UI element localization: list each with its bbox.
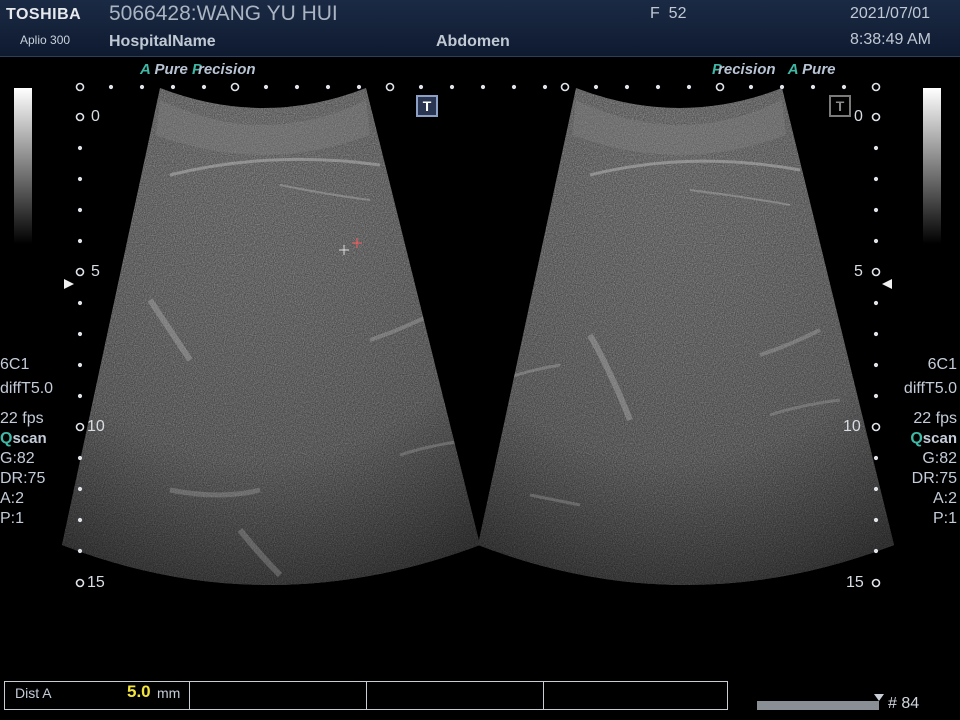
depth-label-right-15: 15	[846, 574, 864, 591]
depth-label-right-0: 0	[854, 108, 863, 125]
mode-pure: Pure	[802, 61, 836, 78]
measurement-table: Dist A 5.0 mm	[4, 681, 728, 710]
measurement-cell-dist-a[interactable]: Dist A 5.0 mm	[5, 682, 190, 709]
image-mode-label-left: A Pure Precision	[140, 61, 256, 78]
mode-recision: recision	[718, 61, 776, 78]
left-sector-image	[62, 88, 480, 585]
dynamic-range: DR:75	[911, 470, 957, 487]
measurement-label: Dist A	[15, 685, 52, 701]
probe-name: 6C1	[927, 356, 957, 373]
grayscale-bar-left	[14, 88, 32, 244]
gain-value: G:82	[0, 450, 35, 467]
persistence: P:1	[0, 510, 25, 527]
top-scale	[75, 82, 881, 92]
focus-marker-left[interactable]	[64, 279, 74, 289]
qscan-q: Q	[910, 430, 923, 447]
cine-progress-bar[interactable]	[757, 701, 879, 710]
imaging-params-left: 6C1 diffT5.0 22 fps Qscan G:82 DR:75 A:2…	[0, 355, 53, 529]
qscan-label: Qscan	[0, 429, 53, 449]
frame-rate: 22 fps	[913, 410, 957, 427]
qscan-rest: scan	[922, 430, 957, 447]
measurement-value: 5.0	[127, 682, 151, 701]
image-mode-label-right: Precision A Pure	[712, 61, 836, 78]
imaging-params-right: 6C1 diffT5.0 22 fps Qscan G:82 DR:75 A:2…	[904, 355, 957, 529]
frame-rate: 22 fps	[0, 410, 44, 427]
focus-marker-right[interactable]	[882, 279, 892, 289]
qscan-label: Qscan	[904, 429, 957, 449]
mode-recision: recision	[198, 61, 256, 78]
persistence: P:1	[932, 510, 957, 527]
depth-label-right-5: 5	[854, 263, 863, 280]
filter-setting: diffT5.0	[903, 380, 957, 397]
cine-position-icon[interactable]	[874, 694, 884, 701]
active-image-marker-icon[interactable]: T	[416, 95, 438, 117]
measurement-cell-empty-3[interactable]	[544, 682, 727, 709]
depth-label-right-10: 10	[843, 418, 861, 435]
mode-a-letter: A	[787, 61, 798, 78]
mode-pure: Pure	[154, 61, 188, 78]
filter-setting: diffT5.0	[0, 380, 54, 397]
depth-label-left-5: 5	[91, 263, 100, 280]
measurement-cell-empty-2[interactable]	[367, 682, 544, 709]
depth-label-left-10: 10	[87, 418, 105, 435]
right-sector-image	[478, 88, 894, 585]
frame-number: # 84	[888, 695, 920, 712]
acoustic-power: A:2	[932, 490, 957, 507]
measurement-cell-empty-1[interactable]	[190, 682, 367, 709]
depth-label-left-0: 0	[91, 108, 100, 125]
qscan-rest: scan	[12, 430, 47, 447]
inactive-image-marker-icon[interactable]: T	[829, 95, 851, 117]
mode-a-letter: A	[140, 61, 151, 78]
depth-label-left-15: 15	[87, 574, 105, 591]
qscan-q: Q	[0, 430, 13, 447]
acoustic-power: A:2	[0, 490, 25, 507]
probe-name: 6C1	[0, 356, 30, 373]
gain-value: G:82	[922, 450, 957, 467]
dynamic-range: DR:75	[0, 470, 46, 487]
measurement-unit: mm	[157, 685, 181, 701]
grayscale-bar-right	[923, 88, 941, 244]
ultrasound-image	[62, 82, 894, 588]
